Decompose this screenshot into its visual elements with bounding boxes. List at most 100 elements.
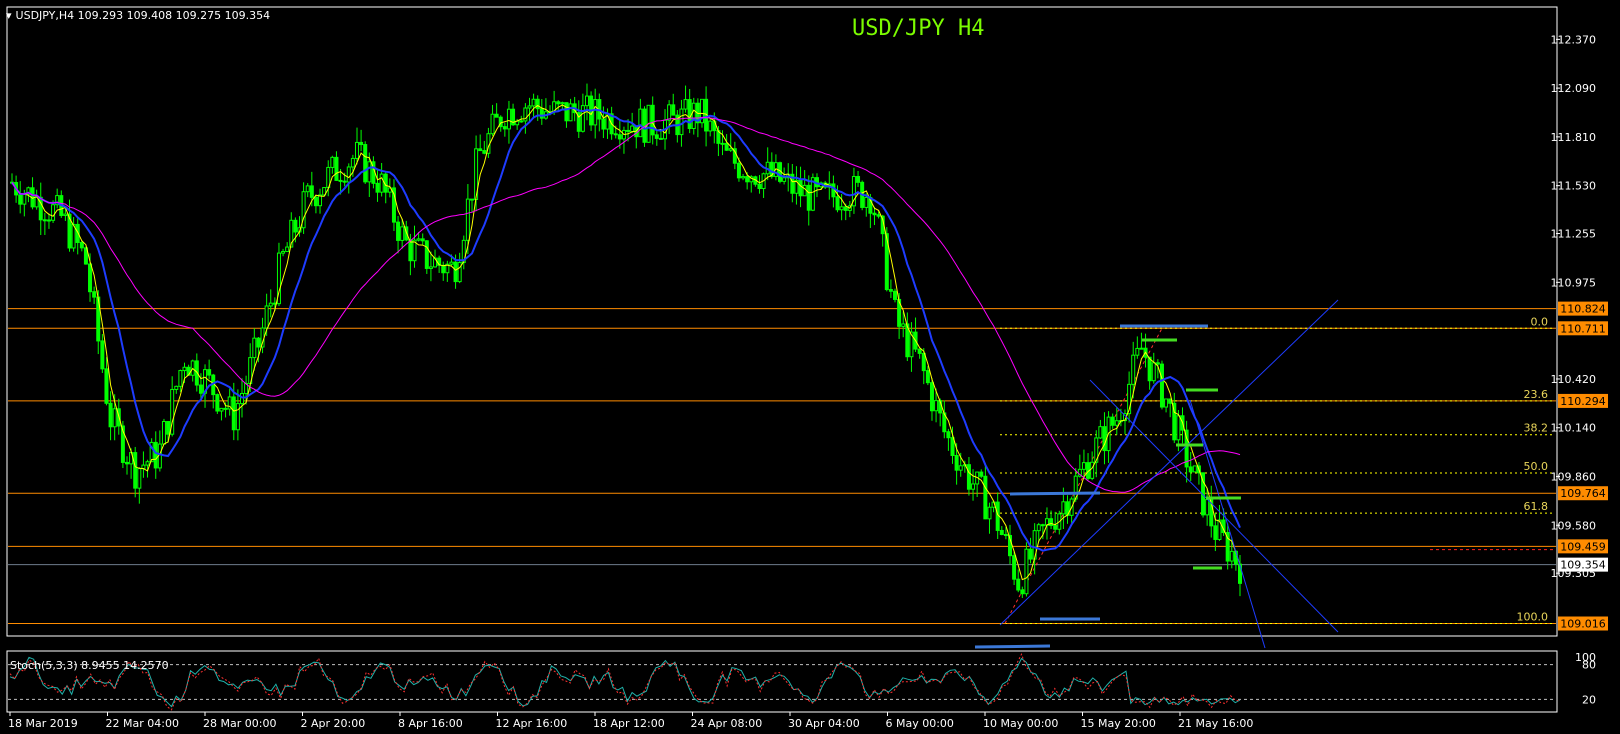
- candle-body: [983, 475, 988, 520]
- candle-body: [864, 197, 869, 208]
- collapse-triangle-icon[interactable]: ▾: [6, 9, 12, 22]
- date-tick-label: 18 Apr 12:00: [593, 717, 665, 730]
- stoch-scale-80: 80: [1582, 659, 1596, 672]
- candle-body: [1061, 501, 1066, 515]
- candle-body: [580, 105, 585, 132]
- candle-body: [133, 452, 138, 489]
- candle-body: [626, 129, 631, 132]
- candle-body: [929, 382, 934, 412]
- candle-body: [667, 104, 672, 121]
- candle-body: [215, 394, 220, 412]
- candle-body: [630, 125, 635, 132]
- candle-body: [720, 142, 725, 145]
- candle-body: [293, 219, 298, 233]
- candle-body: [124, 461, 129, 465]
- candle-body: [1036, 524, 1041, 532]
- candle-body: [153, 441, 158, 469]
- candle-body: [1090, 461, 1095, 479]
- candle-body: [1098, 426, 1103, 439]
- candle-body: [584, 95, 589, 107]
- candle-body: [424, 240, 429, 269]
- candle-body: [958, 465, 963, 471]
- candle-body: [654, 134, 659, 139]
- candle-body: [1024, 548, 1029, 595]
- candle-body: [309, 185, 314, 198]
- candle-body: [888, 289, 893, 292]
- candle-body: [527, 105, 532, 109]
- candle-body: [305, 185, 310, 193]
- stoch-scale-20: 20: [1582, 693, 1596, 706]
- candle-body: [1151, 362, 1156, 382]
- date-tick-label: 24 Apr 08:00: [691, 717, 763, 730]
- candle-body: [231, 396, 236, 431]
- blue-marker: [974, 644, 1051, 649]
- candle-body: [757, 183, 762, 190]
- candle-body: [1028, 548, 1033, 560]
- candle-body: [843, 206, 848, 211]
- candle-body: [428, 266, 433, 269]
- candle-body: [1012, 555, 1017, 580]
- candle-body: [494, 113, 499, 118]
- candle-body: [1155, 362, 1160, 365]
- candle-body: [934, 400, 939, 412]
- candle-body: [469, 198, 474, 201]
- candle-body: [568, 103, 573, 122]
- candle-body: [806, 184, 811, 211]
- candle-body: [745, 176, 750, 183]
- price-tick-label: 110.975: [1551, 276, 1597, 289]
- chart-title: USD/JPY H4: [852, 16, 985, 41]
- price-tick-label: 112.090: [1551, 82, 1597, 95]
- candle-body: [691, 102, 696, 129]
- candle-body: [92, 291, 97, 298]
- candle-body: [161, 421, 166, 445]
- chart-canvas[interactable]: 0.023.638.250.061.8100.0 112.370112.0901…: [0, 0, 1620, 734]
- level-price-label: 109.764: [1560, 487, 1606, 500]
- candle-body: [1020, 589, 1025, 595]
- candle-body: [1164, 398, 1169, 408]
- date-tick-label: 18 Mar 2019: [8, 717, 78, 730]
- candle-body: [1110, 416, 1115, 426]
- candle-body: [482, 150, 487, 154]
- candle-body: [1213, 525, 1218, 540]
- candle-body: [1229, 550, 1234, 562]
- candle-body: [198, 384, 203, 394]
- symbol-ohlc: USDJPY,H4 109.293 109.408 109.275 109.35…: [15, 9, 271, 22]
- candle-body: [379, 173, 384, 193]
- candle-body: [1135, 347, 1140, 356]
- candle-body: [683, 99, 688, 110]
- candle-body: [112, 408, 117, 428]
- candle-body: [708, 120, 713, 132]
- fib-label: 23.6: [1524, 388, 1549, 401]
- candle-body: [987, 506, 992, 520]
- candle-body: [441, 264, 446, 274]
- price-tick-label: 110.420: [1551, 373, 1597, 386]
- candle-body: [872, 212, 877, 216]
- candle-body: [1081, 462, 1086, 470]
- candle-body: [679, 108, 684, 136]
- candle-body: [1147, 356, 1152, 382]
- candle-body: [313, 196, 318, 207]
- candle-body: [741, 176, 746, 179]
- candle-body: [252, 337, 257, 359]
- candle-body: [330, 156, 335, 168]
- candle-body: [359, 141, 364, 146]
- candle-body: [281, 251, 286, 254]
- symbol-info: ▾ USDJPY,H4 109.293 109.408 109.275 109.3…: [6, 9, 270, 22]
- candle-body: [556, 101, 561, 105]
- candle-body: [999, 529, 1004, 536]
- date-tick-label: 6 May 00:00: [886, 717, 954, 730]
- candle-body: [535, 98, 540, 110]
- level-price-label: 110.294: [1560, 395, 1606, 408]
- candle-body: [420, 238, 425, 242]
- candle-body: [145, 461, 150, 466]
- candle-body: [88, 263, 93, 293]
- candle-body: [856, 175, 861, 183]
- candle-body: [531, 98, 536, 107]
- candle-body: [658, 137, 663, 140]
- candle-body: [104, 368, 109, 404]
- candle-body: [1040, 524, 1045, 527]
- candle-body: [1049, 518, 1054, 527]
- candle-body: [367, 161, 372, 183]
- candle-body: [178, 370, 183, 387]
- candle-body: [264, 305, 269, 329]
